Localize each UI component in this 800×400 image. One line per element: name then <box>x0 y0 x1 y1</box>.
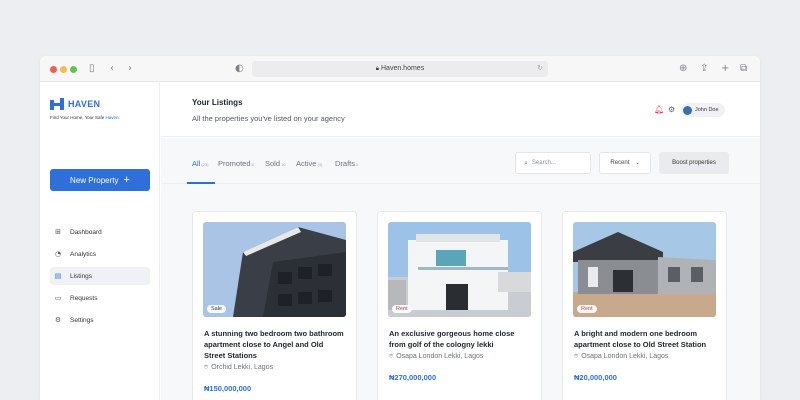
maximize-window-button[interactable] <box>70 66 77 73</box>
listing-photo: Sale <box>203 222 346 317</box>
sidebar-item-dashboard[interactable]: ⊞ Dashboard <box>50 223 150 241</box>
listing-location: ⌾ Osapa London Lekki, Lagos <box>389 352 484 360</box>
bungalow-image <box>573 222 716 317</box>
listing-price: ₦150,000,000 <box>204 384 252 393</box>
tab-all[interactable]: All(23) <box>192 159 208 168</box>
sidebar-item-analytics[interactable]: ◔ Analytics <box>50 245 150 263</box>
location-pin-icon: ⌾ <box>204 363 209 371</box>
address-bar[interactable]: 🔒︎ Haven.homes ↻ <box>252 61 548 77</box>
tab-sold[interactable]: Sold10 <box>265 159 285 168</box>
sidebar-item-label: Settings <box>70 316 94 324</box>
brand-tagline: Find Your Home, Your Safe Haven. <box>50 115 120 120</box>
sidebar-item-label: Listings <box>70 272 93 280</box>
user-menu[interactable]: John Doe <box>681 103 725 117</box>
listing-type-badge: Sale <box>207 305 227 313</box>
page-header: Your Listings All the properties you've … <box>161 83 760 137</box>
listing-tabs: All(23) Promoted8 Sold10 Active(3) Draft… <box>161 138 760 184</box>
listing-card[interactable]: Sale A stunning two bedroom two bathroom… <box>192 211 357 400</box>
browser-window: ▯ ‹ › ◐ 🔒︎ Haven.homes ↻ ⊕ ⇪ + ⧉ HAVEN Fi… <box>40 56 760 400</box>
forward-icon[interactable]: › <box>128 62 132 76</box>
search-placeholder: Search... <box>531 160 556 166</box>
apartment-building-image <box>203 222 346 317</box>
tab-drafts[interactable]: Drafts2 <box>335 159 358 168</box>
new-property-label: New Property <box>70 175 119 185</box>
page-subtitle: All the properties you've listed on your… <box>192 114 345 123</box>
document-icon: ▤ <box>54 272 62 280</box>
reload-icon[interactable]: ↻ <box>537 61 543 77</box>
browser-toolbar: ▯ ‹ › ◐ 🔒︎ Haven.homes ↻ ⊕ ⇪ + ⧉ <box>40 56 760 82</box>
brand-name: HAVEN <box>68 99 101 109</box>
location-pin-icon: ⌾ <box>389 352 394 360</box>
gear-icon: ⚙ <box>54 316 62 324</box>
new-property-button[interactable]: New Property + <box>50 169 150 191</box>
url-text: Haven.homes <box>381 65 425 72</box>
tab-active[interactable]: Active(3) <box>296 159 322 168</box>
listing-title: A bright and modern one bedroom apartmen… <box>574 329 707 349</box>
sidebar-item-label: Requests <box>70 294 98 302</box>
sidebar-nav: ⊞ Dashboard ◔ Analytics ▤ Listings ▭ Req… <box>50 223 150 333</box>
listing-price: ₦20,000,000 <box>574 373 617 382</box>
shield-icon[interactable]: ◐ <box>235 62 244 76</box>
chevron-down-icon: ⌄ <box>635 160 640 166</box>
listing-photo: Rent <box>388 222 531 317</box>
listings-main: All(23) Promoted8 Sold10 Active(3) Draft… <box>161 138 760 400</box>
grid-icon: ⊞ <box>55 228 61 236</box>
listing-card[interactable]: Rent An exclusive gorgeous home close fr… <box>377 211 542 400</box>
search-icon: ⌕ <box>524 158 528 167</box>
download-icon[interactable]: ⊕ <box>679 62 687 76</box>
back-icon[interactable]: ‹ <box>110 62 114 76</box>
brand-logo[interactable]: HAVEN <box>50 98 100 110</box>
listing-photo: Rent <box>573 222 716 317</box>
inbox-icon: ▭ <box>54 294 62 302</box>
sidebar-item-settings[interactable]: ⚙ Settings <box>50 311 150 329</box>
listing-location: ⌾ Orchid Lekki, Lagos <box>204 363 274 371</box>
sort-value: Recent <box>610 160 630 166</box>
boost-properties-button[interactable]: Boost properties <box>659 152 729 174</box>
lock-icon: 🔒︎ <box>375 66 379 72</box>
minimize-window-button[interactable] <box>60 66 67 73</box>
house-logo-icon <box>50 98 64 110</box>
search-input[interactable]: ⌕ Search... <box>515 152 591 174</box>
sidebar-item-requests[interactable]: ▭ Requests <box>50 289 150 307</box>
location-pin-icon: ⌾ <box>574 352 579 360</box>
close-window-button[interactable] <box>50 66 57 73</box>
avatar <box>683 105 692 115</box>
listing-price: ₦270,000,000 <box>389 373 437 382</box>
listing-title: An exclusive gorgeous home close from go… <box>389 329 515 349</box>
listing-location: ⌾ Osapa London Lekki, Lagos <box>574 352 669 360</box>
sidebar-item-label: Analytics <box>70 250 97 258</box>
sort-dropdown[interactable]: Recent ⌄ <box>599 152 651 174</box>
chart-icon: ◔ <box>54 250 62 258</box>
sidebar: HAVEN Find Your Home, Your Safe Haven. N… <box>40 83 160 400</box>
listing-title: A stunning two bedroom two bathroom apar… <box>204 329 344 360</box>
listing-type-badge: Rent <box>392 305 412 313</box>
plus-icon: + <box>123 174 130 186</box>
sidebar-item-listings[interactable]: ▤ Listings <box>50 267 150 285</box>
page-title: Your Listings <box>192 98 243 107</box>
listing-type-badge: Rent <box>577 305 597 313</box>
listing-card[interactable]: Rent A bright and modern one bedroom apa… <box>562 211 727 400</box>
sidebar-toggle-icon[interactable]: ▯ <box>89 62 95 76</box>
tab-promoted[interactable]: Promoted8 <box>218 159 254 168</box>
new-tab-icon[interactable]: + <box>721 62 729 76</box>
active-tab-indicator <box>187 182 215 184</box>
white-villa-image <box>388 222 531 317</box>
bell-icon[interactable]: 🔔︎ <box>654 105 664 115</box>
sidebar-item-label: Dashboard <box>70 228 102 236</box>
share-icon[interactable]: ⇪ <box>700 62 708 76</box>
user-name: John Doe <box>695 107 719 113</box>
settings-gear-icon[interactable]: ⚙ <box>668 105 675 115</box>
tabs-icon[interactable]: ⧉ <box>740 62 747 76</box>
